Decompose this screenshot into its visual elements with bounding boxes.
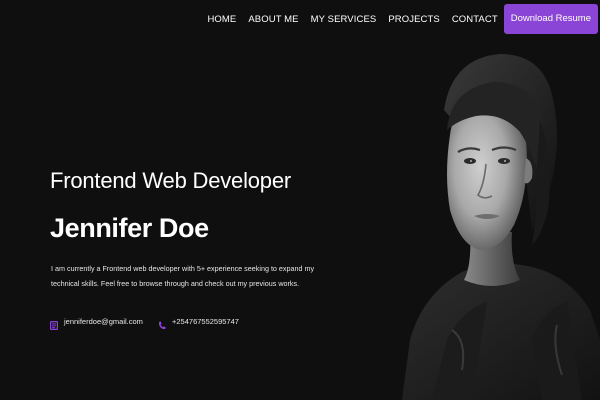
main-nav: HOME ABOUT ME MY SERVICES PROJECTS CONTA… — [207, 4, 598, 34]
nav-link-my-services[interactable]: MY SERVICES — [311, 14, 377, 25]
nav-link-home[interactable]: HOME — [207, 14, 236, 25]
download-resume-button[interactable]: Download Resume — [503, 4, 598, 34]
phone-contact[interactable]: +254767552595747 — [158, 317, 239, 330]
hero-intro-text: I am currently a Frontend web developer … — [51, 264, 315, 288]
nav-link-about-me[interactable]: ABOUT ME — [248, 14, 298, 25]
email-contact[interactable]: jenniferdoe@gmail.com — [50, 317, 143, 331]
phone-icon — [158, 317, 166, 330]
phone-number: +254767552595747 — [172, 317, 239, 326]
nav-link-contact[interactable]: CONTACT — [452, 14, 498, 25]
portrait-photo — [392, 40, 600, 400]
hero-role-title: Frontend Web Developer — [50, 168, 291, 193]
envelope-icon — [50, 317, 59, 331]
hero-name: Jennifer Doe — [50, 213, 209, 243]
nav-link-projects[interactable]: PROJECTS — [388, 14, 439, 25]
email-address: jenniferdoe@gmail.com — [64, 317, 143, 326]
